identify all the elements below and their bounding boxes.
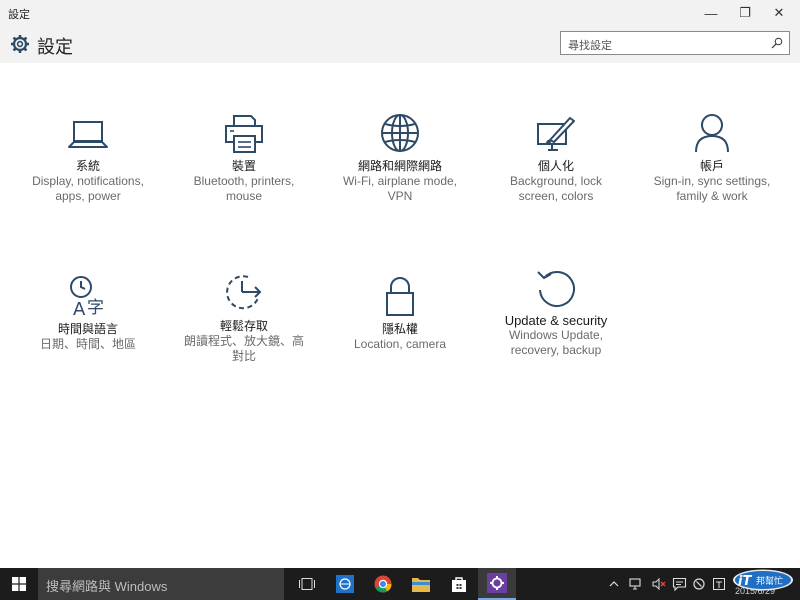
globe-app-icon <box>336 575 354 593</box>
taskbar-app-explorer[interactable] <box>402 568 440 600</box>
tile-desc: Location, camera <box>353 337 447 351</box>
tile-desc: Windows Update, <box>508 328 604 342</box>
taskbar: 搜尋網路與 Windows 2015/6/29 <box>0 568 800 600</box>
svg-text:邦幫忙: 邦幫忙 <box>756 575 783 587</box>
task-view-icon <box>299 578 315 590</box>
watermark-logo: iT 邦幫忙 <box>733 569 793 591</box>
minimize-button[interactable]: — <box>694 0 728 26</box>
update-icon <box>481 266 631 310</box>
taskbar-app-store[interactable] <box>440 568 478 600</box>
store-icon <box>452 577 466 592</box>
tile-desc: 日期、時間、地區 <box>39 337 136 351</box>
globe-icon <box>325 112 475 156</box>
ime-icon[interactable] <box>710 568 728 600</box>
tile-name: 網路和網際網路 <box>357 159 442 173</box>
tile-name: 時間與語言 <box>57 322 118 336</box>
tile-desc: family & work <box>676 189 748 203</box>
taskbar-app-settings[interactable] <box>478 568 516 600</box>
page-title: 設定 <box>37 37 73 57</box>
tile-name: 系統 <box>75 159 100 173</box>
taskbar-search-input[interactable]: 搜尋網路與 Windows <box>38 568 284 600</box>
tile-name: 個人化 <box>537 159 574 173</box>
tile-desc: 對比 <box>231 349 256 363</box>
tile-system[interactable]: 系統 Display, notifications, apps, power <box>13 112 163 204</box>
tile-privacy[interactable]: 隱私權 Location, camera <box>325 275 475 352</box>
tile-desc: Background, lock <box>509 174 603 188</box>
tile-network[interactable]: 網路和網際網路 Wi-Fi, airplane mode, VPN <box>325 112 475 204</box>
tile-desc: Sign-in, sync settings, <box>653 174 771 188</box>
maximize-icon: ❐ <box>739 5 751 20</box>
paint-screen-icon <box>481 112 631 156</box>
laptop-icon <box>13 112 163 156</box>
start-button[interactable] <box>0 568 38 600</box>
taskbar-app-ie[interactable] <box>326 568 364 600</box>
tile-desc: recovery, backup <box>510 343 602 357</box>
search-icon[interactable] <box>771 37 783 49</box>
settings-gear-icon <box>487 573 507 593</box>
tile-desc: Wi-Fi, airplane mode, <box>342 174 458 188</box>
tile-desc: mouse <box>225 189 263 203</box>
search-placeholder: 尋找設定 <box>568 40 612 52</box>
chrome-icon <box>374 575 392 593</box>
ease-of-access-icon <box>169 272 319 316</box>
taskbar-search-placeholder: 搜尋網路與 Windows <box>46 579 168 594</box>
gear-icon <box>11 35 29 53</box>
network-icon[interactable] <box>627 568 645 600</box>
tile-update-security[interactable]: Update & security Windows Update, recove… <box>481 266 631 358</box>
volume-muted-icon[interactable] <box>650 568 668 600</box>
settings-header: 設定 尋找設定 <box>0 26 800 63</box>
tile-name: 裝置 <box>231 159 256 173</box>
svg-text:iT: iT <box>738 574 752 589</box>
tile-name: 輕鬆存取 <box>219 319 268 333</box>
windows-logo-icon <box>12 577 26 591</box>
search-input[interactable]: 尋找設定 <box>560 31 790 55</box>
minimize-icon: — <box>704 5 718 21</box>
tile-desc: apps, power <box>55 189 121 203</box>
tile-ease-of-access[interactable]: 輕鬆存取 朗讀程式、放大鏡、高 對比 <box>169 272 319 364</box>
folder-icon <box>412 578 430 592</box>
tile-desc: Display, notifications, <box>32 174 144 188</box>
tile-devices[interactable]: 裝置 Bluetooth, printers, mouse <box>169 112 319 204</box>
tile-personalization[interactable]: 個人化 Background, lock screen, colors <box>481 112 631 204</box>
tray-chevron-up-icon[interactable] <box>606 568 622 600</box>
blocked-icon[interactable] <box>690 568 708 600</box>
close-button[interactable]: ✕ <box>762 0 796 26</box>
action-center-icon[interactable] <box>670 568 688 600</box>
tile-time-language[interactable]: A 字 時間與語言 日期、時間、地區 <box>13 275 163 352</box>
task-view-button[interactable] <box>288 568 326 600</box>
svg-text:字: 字 <box>87 298 104 318</box>
maximize-button[interactable]: ❐ <box>728 0 762 26</box>
svg-text:A: A <box>73 299 86 320</box>
lock-icon <box>325 275 475 319</box>
tile-desc: VPN <box>387 189 413 203</box>
tile-accounts[interactable]: 帳戶 Sign-in, sync settings, family & work <box>637 112 787 204</box>
taskbar-app-chrome[interactable] <box>364 568 402 600</box>
time-language-icon: A 字 <box>13 275 163 320</box>
tile-desc: screen, colors <box>518 189 594 203</box>
tile-name: 帳戶 <box>699 159 724 173</box>
tile-name: 隱私權 <box>381 322 418 336</box>
printer-icon <box>169 112 319 156</box>
close-icon: ✕ <box>773 5 785 20</box>
window-title: 設定 <box>8 9 30 21</box>
title-bar: 設定 — ❐ ✕ <box>0 0 800 26</box>
tile-desc: 朗讀程式、放大鏡、高 <box>183 334 304 348</box>
tile-name: Update & security <box>504 313 608 328</box>
person-icon <box>637 112 787 156</box>
tile-desc: Bluetooth, printers, <box>193 174 295 188</box>
